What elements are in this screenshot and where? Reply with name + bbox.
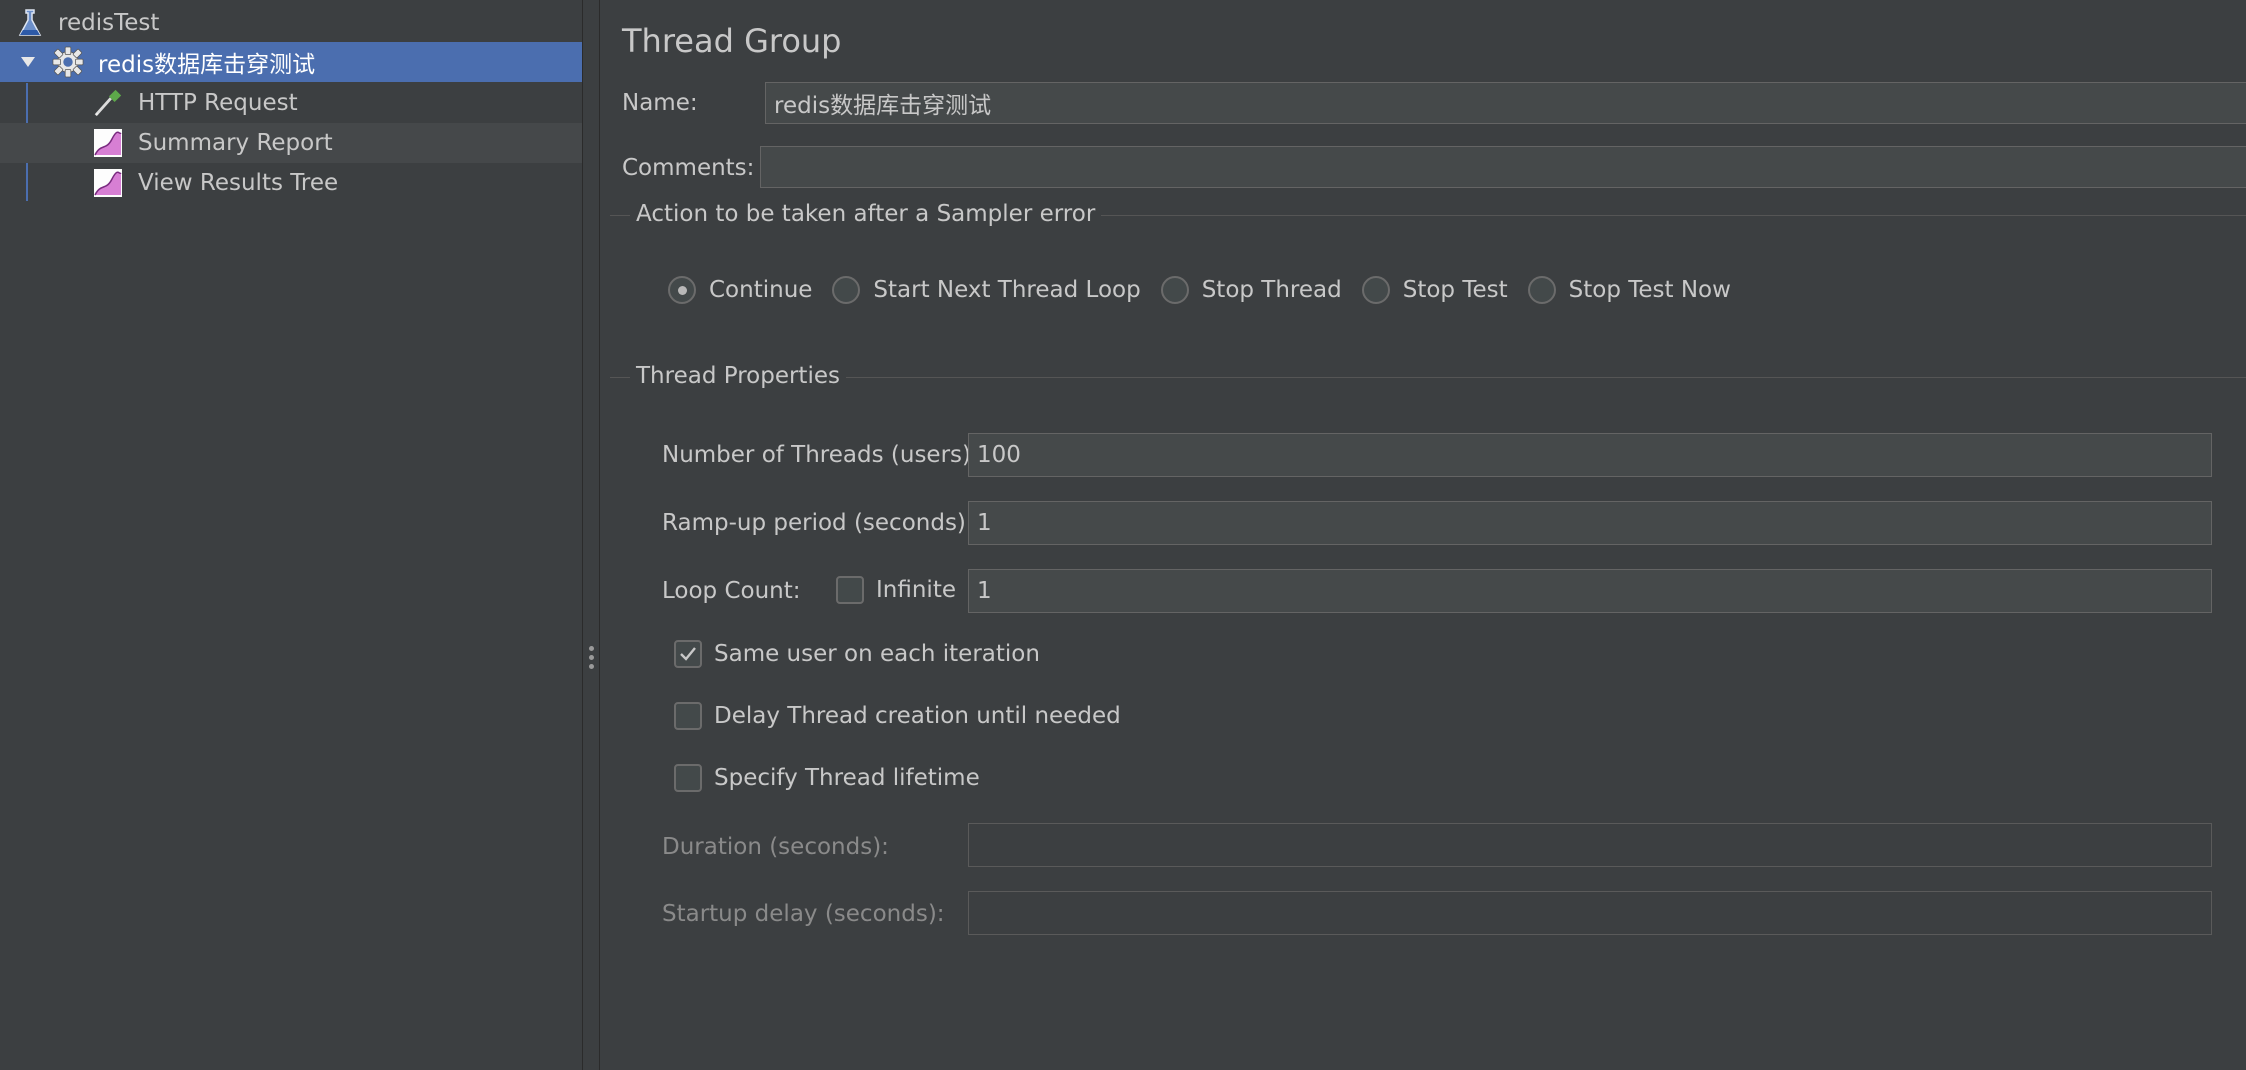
- radio-start-next-thread-loop[interactable]: Start Next Thread Loop: [832, 276, 1141, 304]
- tree-item-test-plan[interactable]: redisTest: [0, 3, 582, 43]
- name-label: Name:: [622, 90, 698, 116]
- thread-group-panel: Thread Group Name: Comments: Action to b…: [600, 0, 2246, 1070]
- delay-thread-creation-checkbox[interactable]: Delay Thread creation until needed: [674, 702, 1121, 730]
- radio-unselected-icon: [832, 276, 861, 304]
- radio-stop-test[interactable]: Stop Test: [1361, 276, 1508, 304]
- duration-field[interactable]: [968, 823, 2212, 867]
- comments-field[interactable]: [760, 146, 2246, 188]
- test-plan-tree: redisTest redis数据库击穿测试 HTTP Request Summ…: [0, 0, 582, 1070]
- comments-label: Comments:: [622, 155, 755, 181]
- checkbox-label: Delay Thread creation until needed: [714, 703, 1121, 729]
- splitter-grip-icon: [589, 646, 595, 673]
- tree-item-label: redisTest: [58, 10, 160, 36]
- test-plan-flask-icon: [14, 7, 46, 39]
- checkbox-unchecked-icon: [674, 764, 702, 792]
- threads-label: Number of Threads (users):: [662, 442, 979, 468]
- listener-graph-icon: [92, 127, 124, 159]
- name-field[interactable]: [765, 82, 2246, 124]
- sampler-pipette-icon: [92, 87, 124, 119]
- tree-item-http-request[interactable]: HTTP Request: [0, 83, 582, 123]
- listener-graph-icon: [92, 167, 124, 199]
- checkbox-checked-icon: [674, 640, 702, 668]
- startup-delay-label: Startup delay (seconds):: [662, 901, 945, 927]
- thread-properties-group-title: Thread Properties: [630, 363, 846, 389]
- tree-item-label: HTTP Request: [138, 90, 298, 116]
- loop-count-field[interactable]: [968, 569, 2212, 613]
- radio-unselected-icon: [1361, 276, 1390, 304]
- checkbox-label: Infinite: [876, 577, 956, 603]
- radio-stop-thread[interactable]: Stop Thread: [1160, 276, 1342, 304]
- checkbox-label: Specify Thread lifetime: [714, 765, 980, 791]
- infinite-checkbox[interactable]: Infinite: [836, 576, 956, 604]
- radio-label: Stop Test: [1402, 277, 1508, 303]
- thread-group-gear-icon: [52, 46, 84, 78]
- specify-lifetime-checkbox[interactable]: Specify Thread lifetime: [674, 764, 980, 792]
- pane-splitter[interactable]: [582, 0, 600, 1070]
- same-user-checkbox[interactable]: Same user on each iteration: [674, 640, 1040, 668]
- radio-selected-icon: [668, 276, 696, 304]
- tree-item-label: View Results Tree: [138, 170, 339, 196]
- sampler-error-group-title: Action to be taken after a Sampler error: [630, 201, 1102, 227]
- page-title: Thread Group: [622, 22, 842, 60]
- checkbox-label: Same user on each iteration: [714, 641, 1040, 667]
- checkbox-unchecked-icon: [674, 702, 702, 730]
- tree-item-view-results-tree[interactable]: View Results Tree: [0, 163, 582, 203]
- sampler-error-options: Continue Start Next Thread Loop Stop Thr…: [668, 270, 1751, 310]
- radio-label: Continue: [709, 277, 813, 303]
- radio-unselected-icon: [1527, 276, 1556, 304]
- rampup-label: Ramp-up period (seconds):: [662, 510, 974, 536]
- tree-item-label: Summary Report: [138, 130, 333, 156]
- radio-label: Stop Thread: [1201, 277, 1342, 303]
- radio-unselected-icon: [1160, 276, 1189, 304]
- checkbox-unchecked-icon: [836, 576, 864, 604]
- expand-arrow-icon[interactable]: [12, 46, 44, 78]
- radio-continue[interactable]: Continue: [668, 276, 812, 304]
- radio-stop-test-now[interactable]: Stop Test Now: [1527, 276, 1731, 304]
- radio-label: Stop Test Now: [1568, 277, 1731, 303]
- tree-item-label: redis数据库击穿测试: [98, 52, 316, 78]
- radio-label: Start Next Thread Loop: [873, 277, 1141, 303]
- threads-field[interactable]: [968, 433, 2212, 477]
- duration-label: Duration (seconds):: [662, 834, 889, 860]
- rampup-field[interactable]: [968, 501, 2212, 545]
- startup-delay-field[interactable]: [968, 891, 2212, 935]
- tree-item-thread-group[interactable]: redis数据库击穿测试: [0, 42, 582, 82]
- thread-properties-group-border: [610, 377, 2246, 378]
- loop-count-label: Loop Count:: [662, 578, 801, 604]
- tree-item-summary-report[interactable]: Summary Report: [0, 123, 582, 163]
